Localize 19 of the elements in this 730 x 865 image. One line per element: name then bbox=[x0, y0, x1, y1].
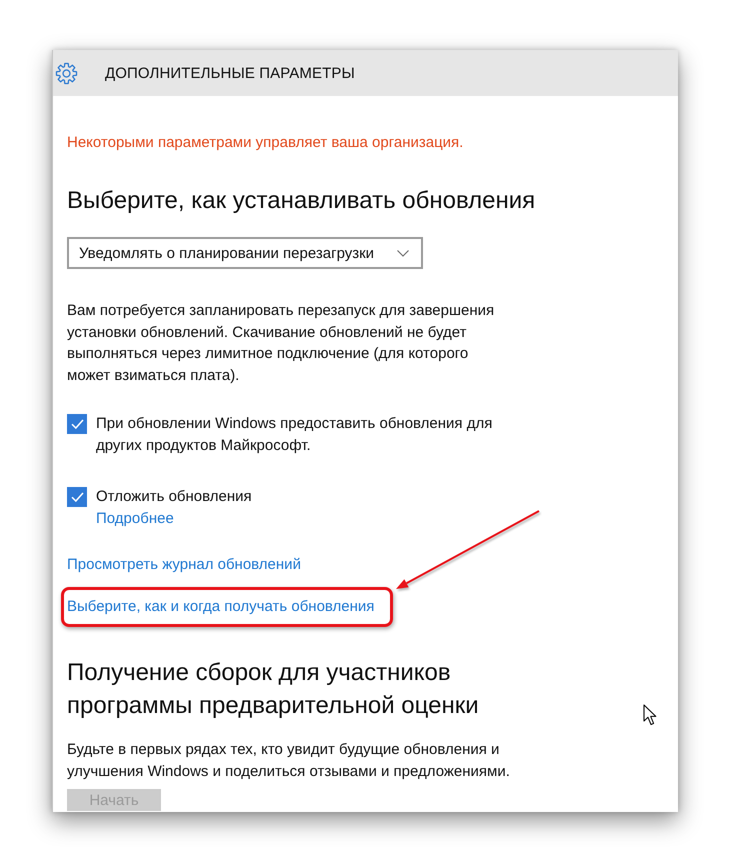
learn-more-link[interactable]: Подробнее bbox=[96, 508, 174, 530]
description-text: Вам потребуется запланировать перезапуск для завершения установки обновлений. Скачивание обновлений не будет выполняться через лимитное подключение (для которого может взиматься плата). bbox=[67, 301, 496, 386]
settings-icon bbox=[55, 62, 78, 84]
chevron-down-icon bbox=[397, 250, 409, 256]
checkmark-icon bbox=[70, 419, 84, 429]
settings-link[interactable]: Просмотреть журнал обновлений bbox=[67, 554, 301, 576]
section-heading: Выберите, как устанавливать обновления bbox=[67, 186, 536, 216]
mouse-pointer-icon bbox=[643, 704, 657, 726]
description-text: Будьте в первых рядах тех, кто увидит будущие обновления и улучшения Windows и поделиться отзывами и предложениями. bbox=[67, 740, 511, 782]
section-heading: Получение сборок для участников программы предварительной оценки bbox=[67, 658, 480, 721]
install-mode-dropdown[interactable]: Уведомлять о планировании перезагрузки bbox=[67, 237, 423, 269]
policy-notice: Некоторыми параметрами управляет ваша организация. bbox=[67, 133, 464, 153]
window-title: ДОПОЛНИТЕЛЬНЫЕ ПАРАМЕТРЫ bbox=[105, 64, 355, 82]
checkbox[interactable] bbox=[67, 487, 87, 507]
settings-link[interactable]: Выберите, как и когда получать обновления bbox=[67, 596, 374, 618]
checkbox[interactable] bbox=[67, 414, 87, 434]
checkmark-icon bbox=[70, 492, 84, 502]
option-label: При обновлении Windows предоставить обновления для других продуктов Майкрософт. bbox=[96, 414, 494, 456]
option-label: Отложить обновления bbox=[96, 487, 252, 507]
